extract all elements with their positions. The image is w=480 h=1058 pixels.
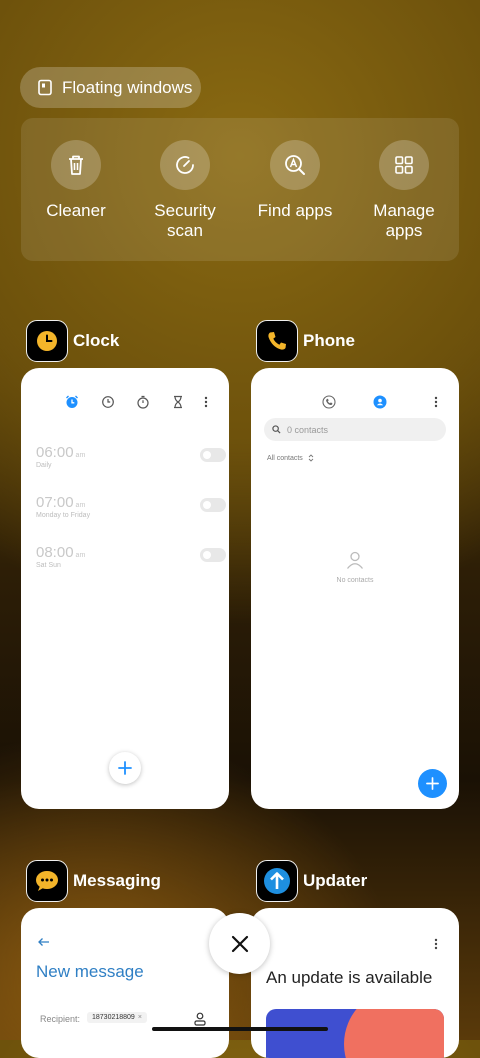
alarm-toggle[interactable] [200,498,226,512]
phone-app-name: Phone [303,331,355,350]
floating-windows-button[interactable]: Floating windows [20,67,201,108]
alarm-toggle[interactable] [200,448,226,462]
plus-icon [118,761,132,775]
search-placeholder: 0 contacts [287,424,329,435]
cleaner-button[interactable]: Cleaner [21,140,131,221]
person-icon [346,551,364,569]
updater-app-icon [256,860,298,902]
messaging-app-header[interactable]: Messaging [26,860,161,902]
alarm-toggle[interactable] [200,548,226,562]
cleaner-label: Cleaner [46,201,106,220]
alarm-time: 07:00 am [36,494,226,511]
clock-app-header[interactable]: Clock [26,320,119,362]
alarm-time: 06:00 am [36,444,226,461]
alarm-item[interactable]: 06:00 am Daily [36,444,226,469]
add-contact-button[interactable] [418,769,447,798]
more-options-icon[interactable] [432,395,440,409]
contacts-filter-dropdown[interactable]: All contacts [267,454,314,462]
recents-tab-icon[interactable] [322,395,336,409]
update-available-title: An update is available [266,968,433,987]
more-options-icon[interactable] [202,395,210,409]
sort-icon [308,454,314,462]
alarm-time: 08:00 am [36,544,226,561]
phone-app-header[interactable]: Phone [256,320,355,362]
alarm-repeat: Sat Sun [36,562,61,569]
clock-app-name: Clock [73,331,120,350]
floating-windows-label: Floating windows [62,77,193,97]
stopwatch-tab-icon[interactable] [136,395,150,409]
manage-apps-button[interactable]: Manage apps [349,140,459,241]
messaging-app-name: Messaging [73,871,161,890]
messaging-app-icon [26,860,68,902]
world-clock-tab-icon[interactable] [101,395,115,409]
no-contacts-text: No contacts [336,577,374,584]
recipient-chip[interactable]: 18730218809 × [87,1012,147,1023]
security-scan-label: Security scan [154,201,216,240]
alarm-time-value: 08:00 [36,544,74,561]
plus-icon [426,777,439,790]
manage-apps-label: Manage apps [373,201,435,240]
contacts-search-input[interactable]: 0 contacts [264,418,446,441]
grid-icon [395,156,413,174]
more-options-icon[interactable] [432,937,440,951]
updater-app-name: Updater [303,871,368,890]
phone-app-icon [256,320,298,362]
close-all-button[interactable] [209,913,270,974]
recipient-number: 18730218809 [92,1014,135,1021]
find-apps-button[interactable]: Find apps [240,140,350,221]
quick-tools-panel: Cleaner Security scan Find apps Manage a… [21,118,459,261]
search-icon [272,425,281,434]
find-apps-label: Find apps [257,201,333,220]
clock-card[interactable]: 06:00 am Daily 07:00 am Monday to Friday 0… [21,368,229,809]
back-arrow-icon[interactable] [37,937,50,947]
add-alarm-button[interactable] [109,752,141,784]
alarm-ampm: am [75,452,86,459]
updater-card[interactable]: An update is available [251,908,459,1058]
security-scan-icon [176,156,194,174]
recipient-label: Recipient: [40,1014,81,1024]
find-apps-icon [285,155,305,175]
trash-icon [69,155,83,175]
alarm-time-value: 06:00 [36,444,74,461]
alarm-item[interactable]: 07:00 am Monday to Friday [36,494,226,519]
floating-window-icon [38,79,52,96]
clock-app-icon [26,320,68,362]
remove-recipient-icon[interactable]: × [138,1014,142,1021]
contacts-filter-label: All contacts [267,454,303,462]
alarm-ampm: am [75,552,86,559]
home-indicator[interactable] [152,1027,328,1031]
phone-card[interactable]: 0 contacts All contacts No contacts [251,368,459,809]
alarm-tab-icon[interactable] [65,395,79,409]
new-message-title: New message [36,962,144,981]
updater-app-header[interactable]: Updater [256,860,367,902]
alarm-item[interactable]: 08:00 am Sat Sun [36,544,226,569]
messaging-card[interactable]: New message Recipient: 18730218809 × [21,908,229,1058]
update-banner [266,1009,444,1058]
alarm-ampm: am [75,502,86,509]
close-icon [231,935,248,952]
alarm-repeat: Monday to Friday [36,512,91,519]
timer-tab-icon[interactable] [171,395,185,409]
security-scan-button[interactable]: Security scan [130,140,240,241]
alarm-time-value: 07:00 [36,494,74,511]
contacts-tab-icon[interactable] [373,395,387,409]
alarm-repeat: Daily [36,462,52,469]
add-contact-icon[interactable] [194,1012,206,1026]
